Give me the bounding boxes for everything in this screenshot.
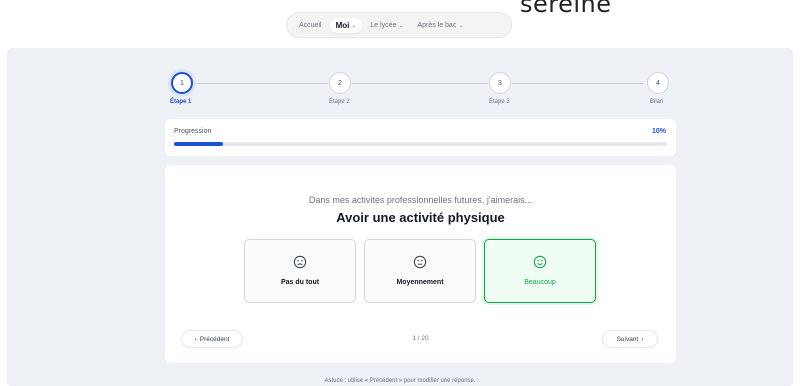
- nav-item-label: Accueil: [299, 21, 322, 29]
- progress-fill: [174, 142, 224, 146]
- option-moyennement[interactable]: Moyennement: [364, 239, 476, 303]
- option-label: Pas du tout: [280, 279, 320, 286]
- nav-item-label: Le lycée: [370, 21, 397, 29]
- neutral-face-icon: [413, 255, 427, 269]
- chevron-down-icon: ⌄: [458, 22, 464, 29]
- progress-track: [174, 142, 667, 146]
- chevron-right-icon: ›: [641, 335, 644, 343]
- stepper: 1 2 3 4 Étape 1 Étape 2 Étape 3 Bilan: [168, 70, 669, 110]
- question-counter: 1 / 20: [412, 335, 429, 342]
- next-button-label: Suivant: [616, 335, 639, 343]
- step-1: 1: [171, 72, 193, 94]
- nav-item-moi[interactable]: Moi ⌄: [329, 17, 363, 33]
- option-pas-du-tout[interactable]: Pas du tout: [244, 239, 356, 303]
- progress-label: Progression: [174, 128, 212, 135]
- nav-item-lycee[interactable]: Le lycée ⌄: [364, 19, 409, 32]
- step-2: 2: [329, 72, 351, 94]
- progress-card: Progression 10%: [165, 119, 676, 156]
- option-label: Moyennement: [396, 279, 444, 286]
- step-label-1: Étape 1: [170, 99, 192, 105]
- step-label-2: Étape 2: [329, 99, 350, 105]
- option-beaucoup[interactable]: Beaucoup: [484, 239, 596, 303]
- footer-hint: Astuce : utilise « Précédent » pour modi…: [324, 378, 476, 384]
- nav-item-accueil[interactable]: Accueil: [293, 19, 328, 32]
- hero-title: sereine: [520, 0, 612, 18]
- nav-item-label: Moi: [335, 20, 350, 30]
- chevron-down-icon: ⌄: [398, 22, 404, 29]
- step-connector: [352, 83, 488, 84]
- chevron-down-icon: ⌄: [351, 22, 357, 29]
- next-button[interactable]: Suivant ›: [602, 330, 658, 348]
- smile-face-icon: [533, 255, 547, 269]
- top-nav: Accueil Moi ⌄ Le lycée ⌄ Après le bac ⌄: [286, 12, 512, 38]
- frown-face-icon: [293, 255, 307, 269]
- progress-percent: 10%: [651, 128, 666, 135]
- question-title: Avoir une activité physique: [336, 210, 505, 225]
- step-3: 3: [489, 72, 511, 94]
- step-connector: [512, 83, 644, 84]
- step-connector: [192, 83, 328, 84]
- step-label-3: Étape 3: [489, 99, 510, 105]
- question-prompt: Dans mes activités professionnelles futu…: [308, 195, 533, 205]
- option-label: Beaucoup: [524, 279, 556, 286]
- question-card: Dans mes activités professionnelles futu…: [165, 165, 676, 363]
- step-4: 4: [647, 72, 669, 94]
- nav-item-label: Après le bac: [417, 21, 457, 29]
- step-label-4: Bilan: [650, 99, 664, 105]
- nav-item-apres-bac[interactable]: Après le bac ⌄: [412, 19, 470, 32]
